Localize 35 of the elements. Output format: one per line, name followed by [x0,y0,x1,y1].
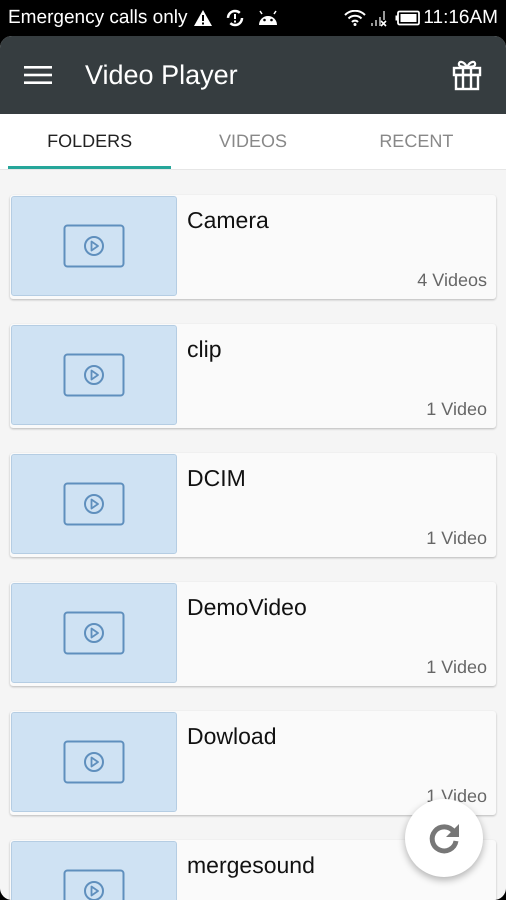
folder-card[interactable]: DemoVideo 1 Video [10,582,496,686]
gift-icon[interactable] [452,59,482,91]
tab[interactable]: RECENT [334,114,498,169]
folder-card[interactable]: mergesound [10,840,496,900]
folder-name: DCIM [187,464,247,493]
video-count: 1 Video [426,398,487,421]
video-icon [63,482,125,526]
folder-name: Dowload [187,722,278,751]
video-count: 4 Videos [417,269,487,292]
battery-icon [395,10,422,26]
video-count: 1 Video [426,527,487,550]
warning-icon [192,9,213,27]
folder-card[interactable]: DCIM 1 Video [10,453,496,557]
video-icon [63,740,125,784]
folder-name: clip [187,335,223,364]
folder-name: DemoVideo [187,593,308,622]
folder-card[interactable]: Camera 4 Videos [10,195,496,299]
wifi-icon [344,10,366,26]
tab[interactable]: VIDEOS [171,114,335,169]
carrier-text: Emergency calls only [8,6,188,30]
video-icon [63,611,125,655]
video-icon [63,353,125,397]
video-count: 1 Video [426,656,487,679]
folder-name: mergesound [187,851,316,880]
video-icon [63,869,125,900]
folder-card[interactable]: clip 1 Video [10,324,496,428]
signal-icon [369,9,390,27]
android-icon [256,10,279,26]
menu-icon[interactable] [24,65,52,85]
folder-name: Camera [187,206,270,235]
sync-icon [226,9,244,27]
clock-text: 11:16AM [423,6,498,30]
video-icon [63,224,125,268]
tab[interactable]: FOLDERS [8,114,172,169]
app-title: Video Player [85,58,238,92]
